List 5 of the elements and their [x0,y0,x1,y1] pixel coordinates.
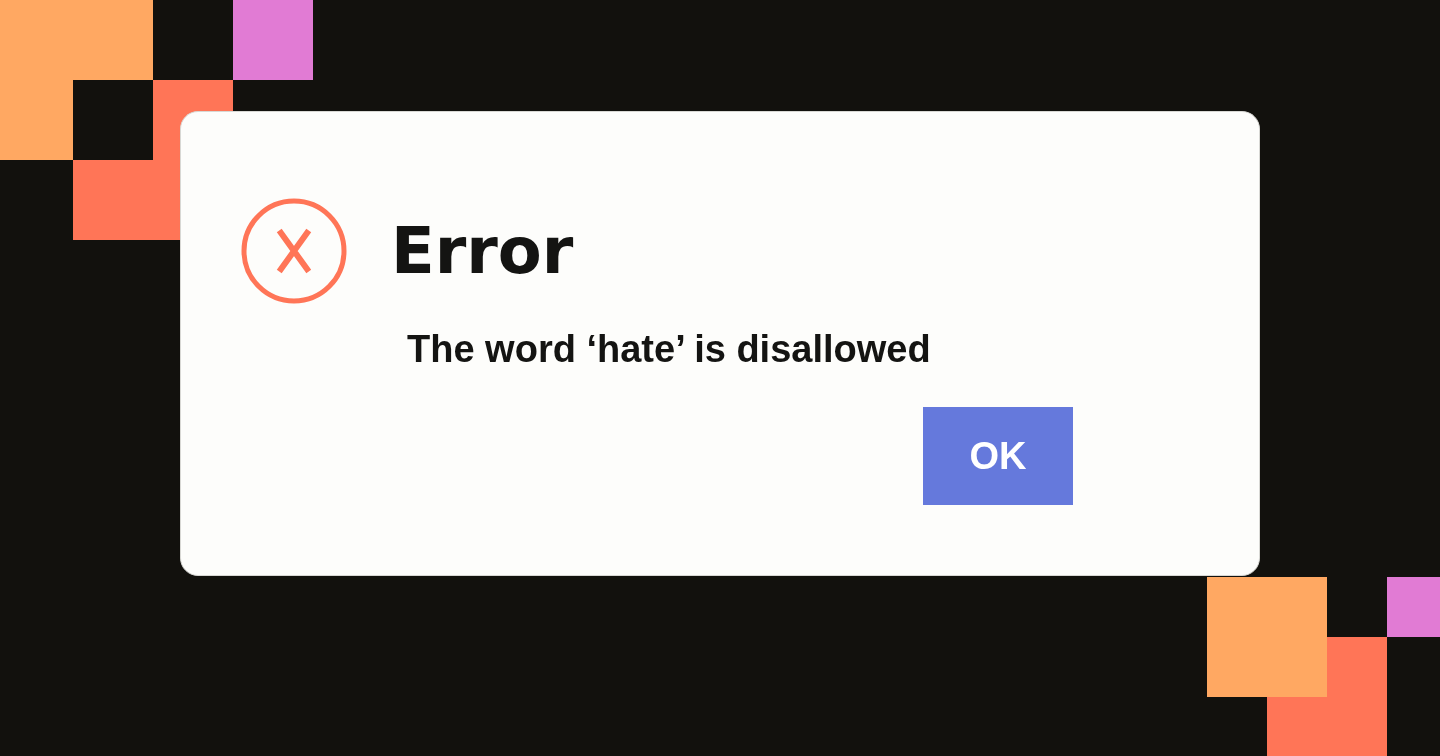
error-icon [241,198,347,304]
dialog-title: Error [391,219,574,283]
error-message: The word ‘hate’ is disallowed [406,327,932,371]
ok-button[interactable]: OK [923,407,1073,505]
decor-square [1387,577,1440,637]
